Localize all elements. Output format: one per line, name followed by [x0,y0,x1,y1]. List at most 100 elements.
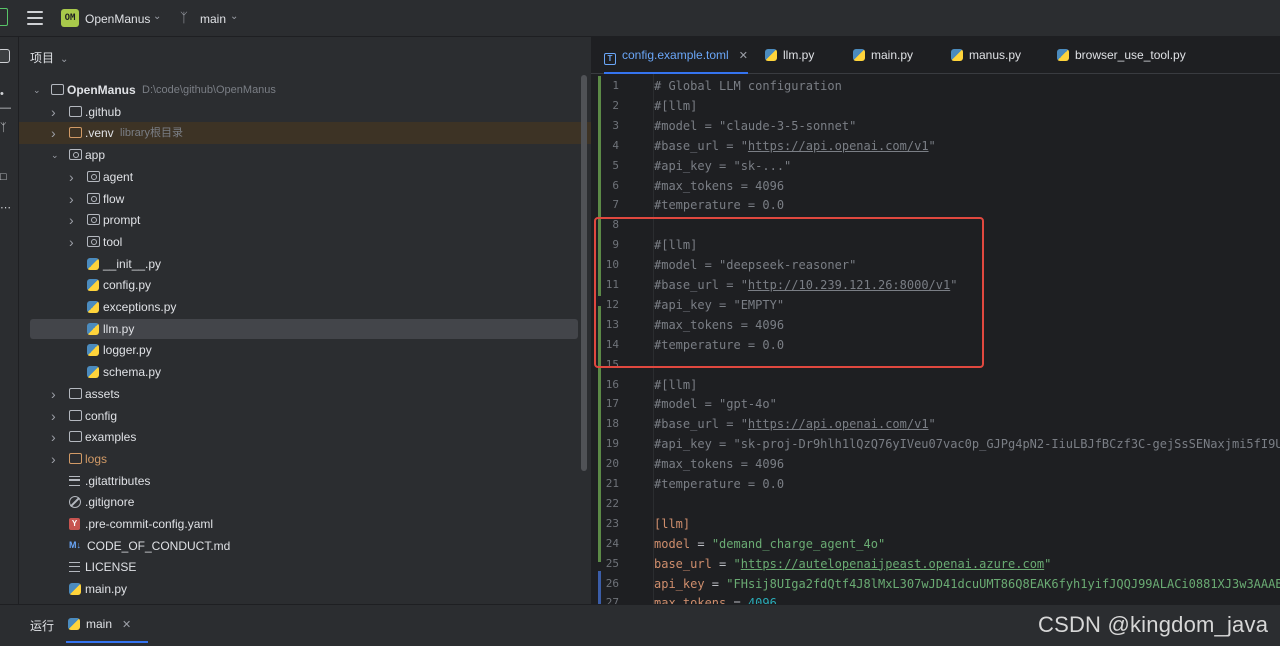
tree-item-label: app [85,148,106,163]
chevron-down-icon[interactable]: ⌄ [153,11,161,22]
structure-tool-icon[interactable]: □ [0,170,14,184]
close-icon[interactable]: ✕ [739,50,748,62]
chevron-right-icon[interactable]: › [51,101,61,123]
tree-item[interactable]: exceptions.py [19,296,591,318]
code-line[interactable]: #max_tokens = 4096 [654,176,784,196]
project-badge[interactable]: OM [61,9,79,27]
code-line[interactable]: #[llm] [654,96,697,116]
tree-item[interactable]: LICENSE [19,556,591,578]
tree-item-label: flow [103,191,125,206]
tree-item[interactable]: › agent [19,166,591,188]
code-line[interactable]: #base_url = "https://api.openai.com/v1" [654,414,936,434]
code-line[interactable]: [llm] [654,514,690,534]
code-line[interactable]: #temperature = 0.0 [654,474,784,494]
chevron-right-icon[interactable]: › [51,426,61,448]
editor-tab[interactable]: manus.py [951,37,1021,74]
code-line[interactable]: base_url = "https://autelopenaijpeast.op… [654,554,1051,574]
code-line[interactable]: #base_url = "https://api.openai.com/v1" [654,136,936,156]
text-file-icon [69,562,80,573]
pull-requests-icon[interactable]: ᛉ [0,121,14,135]
tree-item[interactable]: M↓ CODE_OF_CONDUCT.md [19,535,591,557]
run-tab-main[interactable]: main ✕ [68,605,131,643]
chevron-right-icon[interactable]: › [51,122,61,144]
tree-item[interactable]: ⌄ app [19,144,591,166]
tree-item[interactable]: › assets [19,383,591,405]
tree-item[interactable]: llm.py [19,318,591,340]
tree-item[interactable]: main.py [19,578,591,600]
branch-name[interactable]: main [200,12,226,26]
code-line[interactable]: max_tokens = 4096 [654,593,777,604]
run-tab-label: main [86,617,113,631]
tree-item[interactable]: › examples [19,426,591,448]
code-token: #api_key = "sk-proj-Dr9hlh1lQzQ76yIVeu07… [654,437,1280,452]
chevron-down-icon[interactable]: ⌄ [230,11,238,22]
tree-item[interactable]: __init__.py [19,253,591,275]
code-line[interactable]: #[llm] [654,375,697,395]
editor-tab-label: config.example.toml [622,48,729,62]
code-line[interactable]: #max_tokens = 4096 [654,454,784,474]
chevron-right-icon[interactable]: › [69,166,79,188]
code-line[interactable]: # Global LLM configuration [654,76,842,96]
editor-tab-label: manus.py [969,48,1022,62]
tree-item[interactable]: › flow [19,188,591,210]
code-line[interactable]: model = "demand_charge_agent_4o" [654,534,885,554]
python-file-icon [853,49,865,61]
chevron-right-icon[interactable]: › [69,188,79,210]
tree-item[interactable]: › config [19,405,591,427]
code-line[interactable]: api_key = "FHsij8UIga2fdQtf4J8lMxL307wJD… [654,574,1280,594]
editor-tab[interactable]: browser_use_tool.py [1057,37,1186,74]
yaml-file-icon: Y [69,518,80,530]
code-link: https://api.openai.com/v1 [747,138,929,153]
project-name[interactable]: OpenManus [85,12,150,26]
chevron-right-icon[interactable]: › [69,231,79,253]
chevron-down-icon[interactable]: ⌄ [60,54,68,65]
tree-item[interactable]: › .github [19,101,591,123]
code-line[interactable]: #model = "claude-3-5-sonnet" [654,116,856,136]
commit-tool-icon[interactable]: •— [0,87,14,114]
python-file-icon [87,322,99,335]
code-token: #[llm] [654,377,698,392]
line-number: 20 [605,457,619,471]
editor-tab-label: main.py [871,48,914,62]
project-tool-icon[interactable] [0,49,10,63]
chevron-right-icon[interactable]: › [51,405,61,427]
code-token: #model = "gpt-4o" [654,397,777,412]
tree-item[interactable]: › logs [19,448,591,470]
tree-item[interactable]: schema.py [19,361,591,383]
code-token: " [1044,556,1052,571]
active-tab-indicator [66,641,148,643]
tree-item[interactable]: config.py [19,274,591,296]
chevron-right-icon[interactable]: › [51,383,61,405]
tree-item[interactable]: logger.py [19,339,591,361]
line-number: 18 [605,417,619,431]
main-menu-icon[interactable] [27,11,43,25]
code-token: [llm] [654,516,691,531]
package-folder-icon [87,192,100,204]
run-panel-label[interactable]: 运行 [30,617,54,634]
tree-item[interactable]: › prompt [19,209,591,231]
code-line[interactable]: #api_key = "sk-proj-Dr9hlh1lQzQ76yIVeu07… [654,434,1280,454]
tree-item[interactable]: ⌄ OpenManus D:\code\github\OpenManus [19,79,591,101]
project-panel-header[interactable]: 项目 ⌄ [30,49,68,66]
tree-item[interactable]: › .venv library根目录 [19,122,591,145]
tree-item[interactable]: .gitattributes [19,470,591,492]
tree-item[interactable]: Y .pre-commit-config.yaml [19,513,591,535]
chevron-right-icon[interactable]: › [69,209,79,231]
tree-scrollbar[interactable] [581,75,587,471]
code-line[interactable]: #api_key = "sk-..." [654,156,791,176]
tree-item[interactable]: .gitignore [19,491,591,513]
code-line[interactable]: #temperature = 0.0 [654,195,784,215]
editor-tab[interactable]: llm.py [765,37,814,74]
editor-tab[interactable]: main.py [853,37,913,74]
close-icon[interactable]: ✕ [122,619,131,631]
code-line[interactable]: #model = "gpt-4o" [654,394,777,414]
git-branch-icon[interactable]: ᛉ [180,10,188,25]
tree-item[interactable]: › tool [19,231,591,253]
chevron-down-icon[interactable]: ⌄ [51,144,61,166]
toml-file-icon: T [604,53,616,65]
more-tools-icon[interactable]: ⋯ [0,201,14,215]
editor-tab[interactable]: Tconfig.example.toml ✕ [604,37,748,74]
chevron-right-icon[interactable]: › [51,448,61,470]
chevron-down-icon[interactable]: ⌄ [33,79,43,101]
code-token: = [726,596,748,604]
